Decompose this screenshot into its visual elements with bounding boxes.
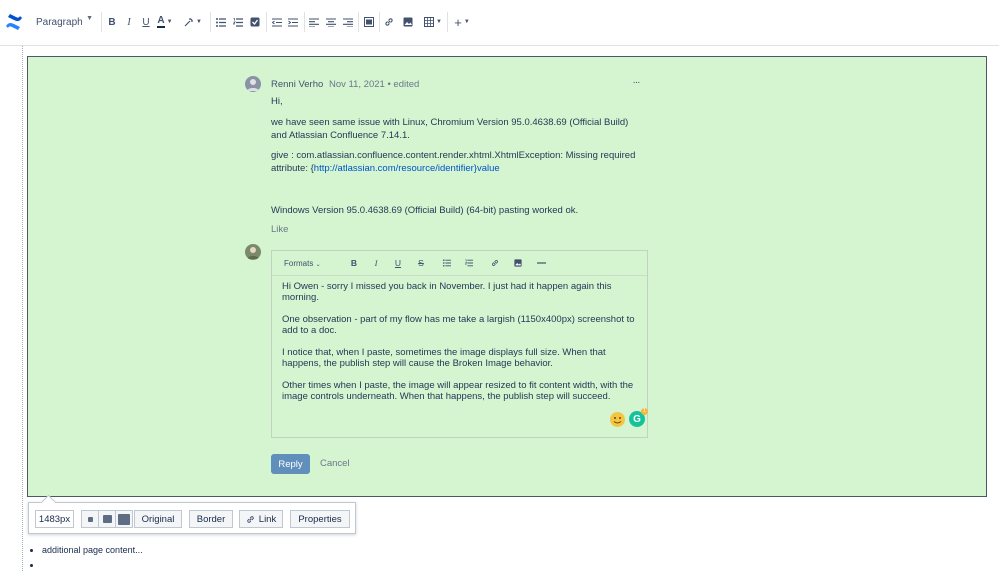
outdent-icon[interactable] — [271, 12, 283, 32]
reply-paragraph: I notice that, when I paste, sometimes t… — [282, 347, 606, 369]
comment-paragraph: Windows Version 95.0.4638.69 (Official B… — [271, 205, 579, 216]
table-icon[interactable]: ▼ — [423, 12, 443, 32]
comment-greeting: Hi, — [271, 96, 283, 107]
list-item — [42, 560, 143, 570]
italic-icon[interactable]: I — [123, 12, 135, 32]
toolbar-divider — [101, 12, 102, 32]
reply-paragraph: Other times when I paste, the image will… — [282, 380, 634, 402]
link-icon — [246, 515, 254, 523]
chevron-down-icon: ▼ — [86, 15, 93, 22]
formats-dropdown[interactable]: Formats ⌄ — [284, 259, 321, 268]
comment-paragraph: give : com.atlassian.confluence.content.… — [271, 149, 636, 175]
image-width-input[interactable]: 1483px — [35, 510, 74, 528]
link-icon[interactable] — [489, 257, 501, 269]
chevron-down-icon: ⌄ — [315, 262, 321, 268]
avatar[interactable] — [245, 244, 261, 260]
indent-icon[interactable] — [287, 12, 299, 32]
numbered-list-icon[interactable] — [463, 257, 475, 269]
strikethrough-icon[interactable]: S — [415, 257, 427, 269]
confluence-logo-icon[interactable] — [5, 13, 23, 31]
editor-app: Paragraph ▼ B I U A ▼ ▼ ▼ + ▼ Renni Verh… — [0, 0, 999, 571]
identifier-link[interactable]: http://atlassian.com/resource/identifier… — [314, 163, 500, 174]
paragraph-style-label: Paragraph — [36, 16, 83, 28]
comment-date[interactable]: Nov 11, 2021 • edited — [329, 79, 419, 90]
formats-label: Formats — [284, 259, 314, 268]
underline-icon[interactable]: U — [140, 12, 152, 32]
toolbar-divider — [210, 12, 211, 32]
paragraph-style-dropdown[interactable]: Paragraph ▼ — [31, 11, 95, 33]
toolbar-divider — [447, 12, 448, 32]
text-effects-icon[interactable]: ▼ — [182, 12, 204, 32]
reply-editor[interactable]: Formats ⌄ B I U S Hi Owen - sorry I miss… — [271, 250, 648, 438]
task-list-icon[interactable] — [249, 12, 261, 32]
align-center-icon[interactable] — [325, 12, 337, 32]
properties-button[interactable]: Properties — [290, 510, 350, 528]
image-icon[interactable] — [512, 257, 524, 269]
comment-paragraph: we have seen same issue with Linux, Chro… — [271, 117, 629, 141]
toolbar-divider — [379, 12, 380, 32]
size-medium-icon[interactable] — [98, 510, 116, 528]
reply-paragraph: Hi Owen - sorry I missed you back in Nov… — [282, 281, 612, 303]
reply-paragraph: One observation - part of my flow has me… — [282, 314, 635, 336]
bullet-list-icon[interactable] — [215, 12, 227, 32]
image-properties-toolbar: 1483px Original Border Link Properties — [28, 502, 356, 534]
size-large-icon[interactable] — [115, 510, 133, 528]
more-actions-icon[interactable]: ··· — [628, 77, 644, 89]
text-color-icon[interactable]: A ▼ — [156, 12, 174, 32]
cancel-button[interactable]: Cancel — [320, 458, 350, 469]
italic-icon[interactable]: I — [370, 257, 382, 269]
avatar[interactable] — [245, 76, 261, 92]
image-icon[interactable] — [402, 12, 414, 32]
border-button[interactable]: Border — [189, 510, 233, 528]
toolbar-divider — [304, 12, 305, 32]
grammarly-badge: 1 — [641, 408, 648, 415]
insert-more-icon[interactable]: + ▼ — [452, 12, 472, 32]
original-size-button[interactable]: Original — [134, 510, 182, 528]
bold-icon[interactable]: B — [106, 12, 118, 32]
toolbar-divider — [358, 12, 359, 32]
toolbar-divider — [266, 12, 267, 32]
list-item: additional page content... — [42, 545, 143, 555]
reply-button[interactable]: Reply — [271, 454, 310, 474]
page-content-list: additional page content... — [42, 545, 143, 571]
align-left-icon[interactable] — [308, 12, 320, 32]
size-small-icon[interactable] — [81, 510, 99, 528]
link-button-label: Link — [258, 513, 277, 525]
link-icon[interactable] — [383, 12, 395, 32]
horizontal-rule-icon[interactable] — [535, 257, 547, 269]
reply-text-area[interactable]: Hi Owen - sorry I missed you back in Nov… — [282, 281, 642, 413]
editor-toolbar: Paragraph ▼ B I U A ▼ ▼ ▼ + ▼ — [0, 0, 999, 46]
underline-icon[interactable]: U — [392, 257, 404, 269]
link-button[interactable]: Link — [239, 510, 283, 528]
emoji-icon[interactable] — [610, 412, 625, 427]
bold-icon[interactable]: B — [348, 257, 360, 269]
numbered-list-icon[interactable] — [232, 12, 244, 32]
page-margin-guide — [22, 46, 23, 571]
comment-author[interactable]: Renni Verho — [271, 79, 323, 90]
align-right-icon[interactable] — [342, 12, 354, 32]
layout-icon[interactable] — [363, 12, 375, 32]
reply-editor-toolbar: Formats ⌄ B I U S — [272, 251, 647, 276]
like-button[interactable]: Like — [271, 224, 288, 235]
bullet-list-icon[interactable] — [441, 257, 453, 269]
